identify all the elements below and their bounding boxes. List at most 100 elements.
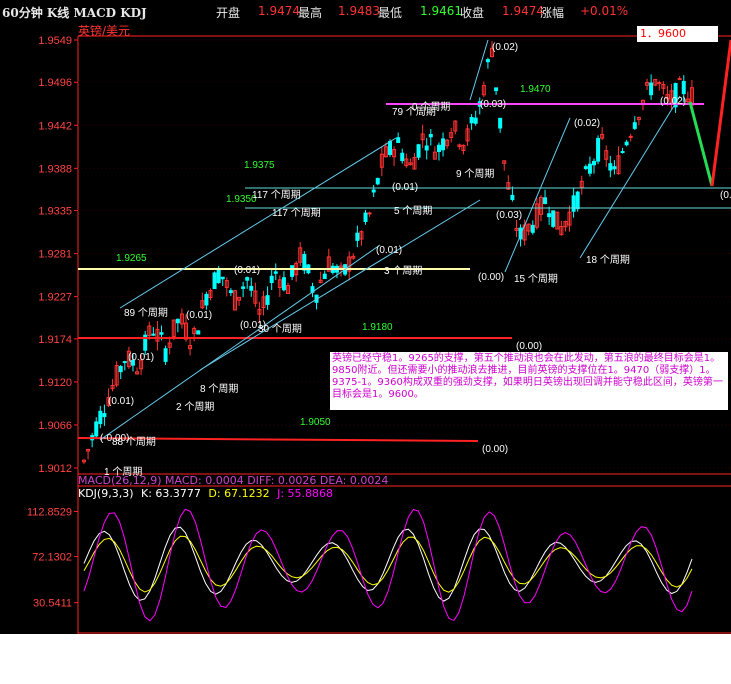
level-label: 1.9050: [300, 417, 331, 428]
ratio-label: (0.01): [108, 396, 134, 407]
candle-body: [469, 117, 474, 124]
kdj-name: KDJ(9,3,3): [78, 487, 134, 500]
ratio-label: (0.02): [492, 42, 518, 53]
kdj-j: J: 55.8868: [277, 487, 334, 500]
candle-body: [363, 212, 368, 223]
candle-body: [281, 277, 286, 291]
cycle-label: 5 个周期: [394, 205, 432, 217]
ratio-label: (0.01): [392, 182, 418, 193]
kdj-line-d: [83, 535, 693, 593]
price-tick-label: 1.9227: [38, 292, 72, 304]
channel-lower: [199, 199, 481, 371]
cycle-label: 9 个周期: [456, 168, 494, 180]
ratio-label: (0.03): [480, 99, 506, 110]
ratio-label: (0.01): [186, 310, 212, 321]
candle-body: [551, 210, 556, 227]
candle-body: [428, 133, 433, 138]
price-tick-label: 1.9281: [38, 249, 72, 261]
kdj-k: K: 63.3777: [141, 487, 201, 500]
candle-body: [371, 189, 376, 193]
candle-body: [571, 195, 576, 212]
chart-title: 60分钟 K线 MACD KDJ: [2, 6, 147, 20]
close-value: 1.9474: [502, 4, 544, 18]
price-tick-label: 1.9174: [38, 334, 72, 346]
candle-body: [424, 145, 429, 151]
ratio-label: (0.00): [478, 272, 504, 283]
candle-body: [547, 213, 552, 218]
candle-body: [575, 191, 580, 210]
annotations: 1.94701.93751.93501.92651.91801.90501 个周…: [100, 42, 731, 478]
open-label: 开盘: [216, 6, 241, 20]
high-value: 1.9483: [338, 4, 380, 18]
price-tick-label: 1.9442: [38, 120, 72, 132]
open-value: 1.9474: [258, 4, 300, 18]
change-label: 涨幅: [540, 6, 565, 20]
candle-body: [94, 421, 99, 437]
candle-body: [118, 365, 123, 373]
ratio-label: (0.: [720, 190, 731, 201]
candle-body: [196, 330, 201, 335]
chart-canvas[interactable]: 1.9549 1.9496 1.9442 1.9388 1.9335 1.9281 1.92…: [0, 0, 731, 634]
candle-body: [249, 285, 254, 291]
price-tick-label: 1.9388: [38, 163, 72, 175]
candle-body: [657, 82, 662, 85]
level-label: 1.9375: [244, 160, 275, 171]
chart-stage: 1.9549 1.9496 1.9442 1.9388 1.9335 1.9281 1.92…: [0, 0, 731, 634]
candle-body: [216, 269, 221, 284]
candle-body: [416, 144, 421, 158]
level-label: 1.9265: [116, 253, 147, 264]
candle-body: [396, 137, 401, 143]
candle-body: [628, 135, 633, 138]
candle-body: [98, 410, 103, 425]
candle-body: [592, 160, 596, 166]
candle-body: [620, 151, 625, 154]
kdj-tick-label: 72.1302: [32, 552, 72, 564]
price-tick-label: 1.9012: [38, 463, 72, 475]
candle-body: [543, 197, 548, 204]
kdj-d: D: 67.1232: [208, 487, 270, 500]
ratio-label: (0.03): [496, 210, 522, 221]
candle-body: [175, 318, 180, 324]
candle-body: [241, 286, 246, 289]
candle-body: [587, 163, 592, 174]
price-tick-label: 1.9120: [38, 377, 72, 389]
kdj-tick-label: 112.8529: [27, 506, 72, 518]
kdj-tick-label: 30.5411: [33, 598, 72, 610]
candle-body: [596, 137, 601, 162]
ratio-label: (0.01): [376, 245, 402, 256]
low-value: 1.9461: [420, 4, 462, 18]
forecast-up: [710, 39, 731, 187]
candle-body: [498, 117, 503, 129]
ratio-label: (0.01): [128, 352, 154, 363]
candle-body: [102, 413, 107, 418]
price-tick-label: 1.9335: [38, 206, 72, 218]
candle-body: [473, 117, 478, 124]
level-label: 1.9470: [520, 84, 551, 95]
candle-body: [485, 59, 490, 63]
change-value: +0.01%: [580, 4, 629, 18]
candle-body: [212, 272, 217, 290]
kdj-line-j: [83, 508, 693, 622]
candle-body: [367, 212, 372, 215]
cycle-label: 117 个周期: [252, 189, 301, 201]
candle-body: [273, 271, 278, 274]
ratio-label: (0.01): [240, 320, 266, 331]
cycle-label: 0 个周期: [412, 101, 450, 113]
candle-body: [269, 275, 274, 283]
candle-body: [624, 141, 629, 146]
candle-body: [612, 166, 617, 170]
target-box: 1．9600: [637, 26, 718, 42]
candle-body: [583, 166, 588, 169]
candle-body: [632, 122, 637, 129]
candle-body: [228, 290, 233, 294]
cycle-label: 15 个周期: [514, 273, 558, 285]
kdj-axis: 112.8529 72.1302 30.5411: [27, 506, 78, 610]
ratio-label: (0.02): [574, 118, 600, 129]
trend-cyan-b: [504, 117, 571, 273]
level-label: 1.9180: [362, 322, 393, 333]
close-label: 收盘: [460, 6, 485, 20]
candle-body: [265, 295, 270, 305]
pair-label: 英镑/美元: [78, 24, 131, 38]
ratio-label: (-0.00): [100, 433, 129, 444]
price-tick-label: 1.9549: [38, 35, 72, 47]
